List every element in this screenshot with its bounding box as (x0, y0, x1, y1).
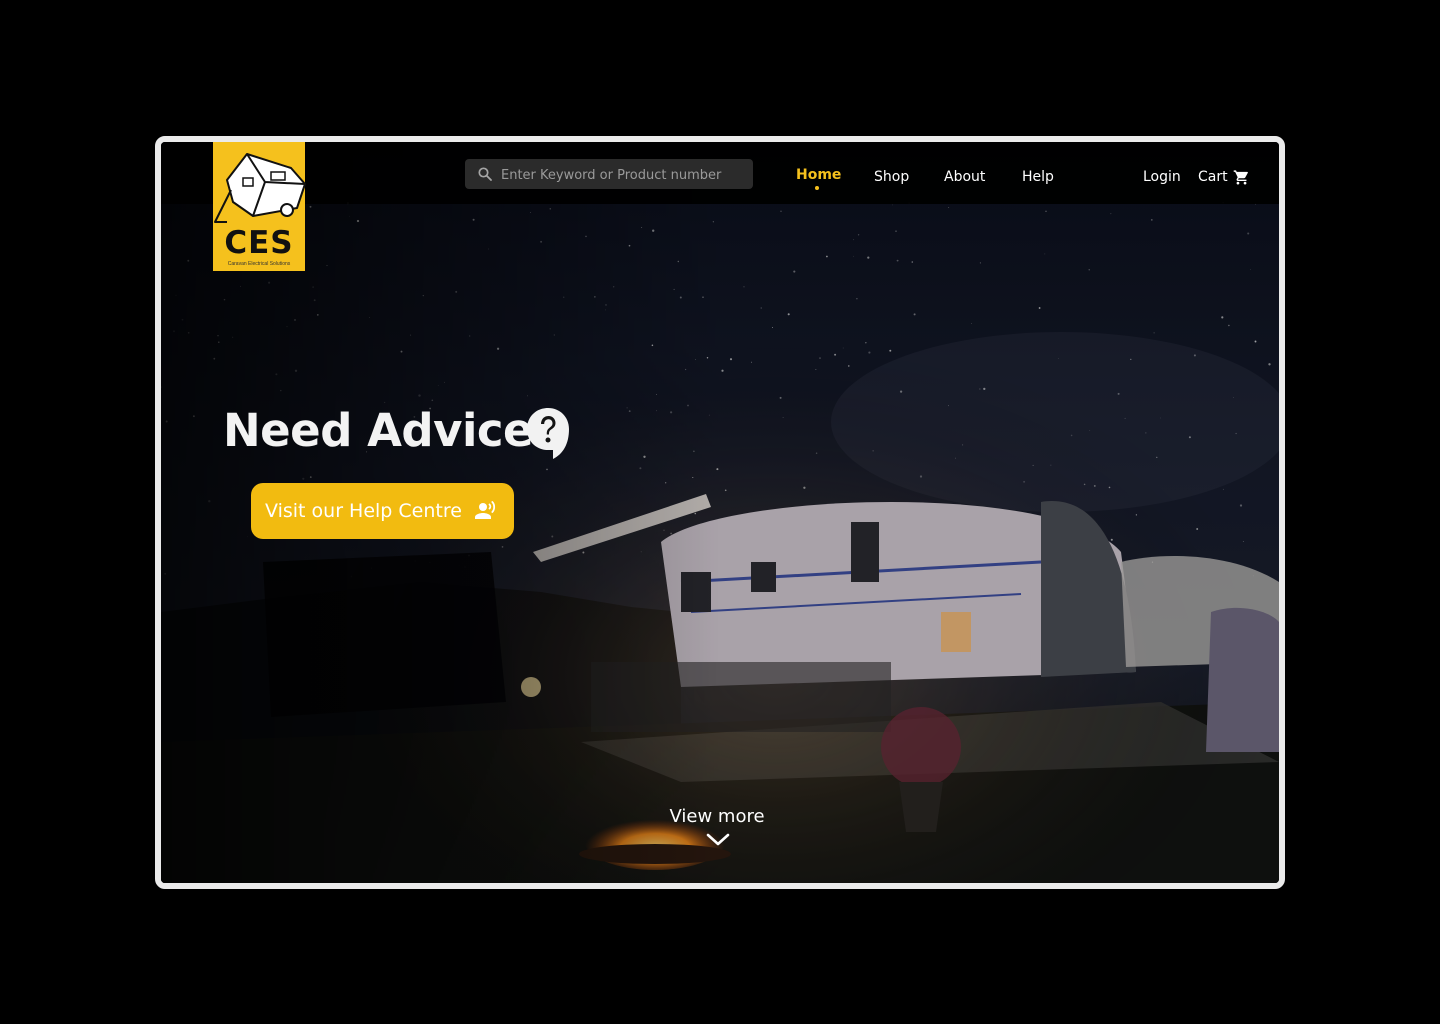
question-bubble-icon (527, 408, 569, 459)
nav-help[interactable]: Help (1022, 169, 1054, 185)
help-centre-button-label: Visit our Help Centre (265, 500, 462, 522)
logo-text: CES (224, 225, 294, 261)
help-centre-button[interactable]: Visit our Help Centre (251, 483, 514, 539)
logo-subtitle: Caravan Electrical Solutions (227, 261, 291, 267)
login-link[interactable]: Login (1143, 169, 1181, 185)
ces-logo[interactable]: CES Caravan Electrical Solutions (213, 142, 306, 271)
chevron-down-icon[interactable] (706, 833, 730, 847)
hero-title: Need Advice (223, 404, 534, 457)
search-bar[interactable] (465, 159, 753, 191)
nav-home[interactable]: Home (796, 167, 841, 183)
browser-frame: CES Caravan Electrical Solutions Home Sh… (155, 136, 1285, 889)
speaking-person-icon (475, 501, 496, 519)
caravan-logo-icon (214, 153, 306, 223)
view-more-label[interactable]: View more (655, 806, 779, 827)
search-icon (478, 167, 492, 181)
search-input[interactable] (499, 159, 743, 191)
active-indicator (815, 186, 819, 190)
nav-shop[interactable]: Shop (874, 169, 909, 185)
cart-link[interactable]: Cart (1198, 169, 1228, 185)
nav-about[interactable]: About (944, 169, 985, 185)
cart-icon[interactable] (1233, 169, 1250, 186)
